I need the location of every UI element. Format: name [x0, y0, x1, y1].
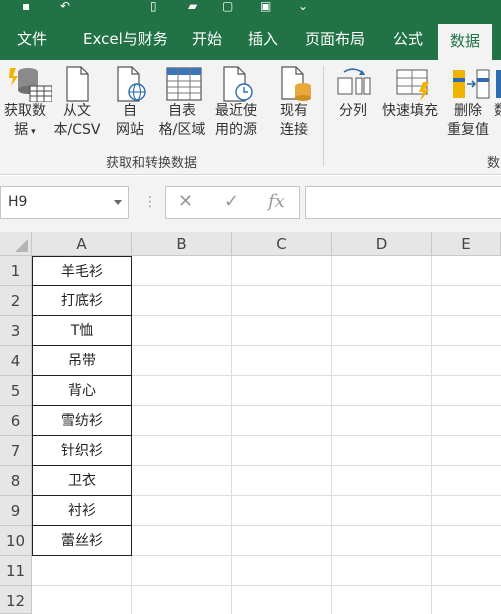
column-header-e[interactable]: E — [432, 232, 501, 256]
tab-formulas[interactable]: 公式 — [393, 18, 423, 60]
existing-connections-label-1: 现有 — [280, 103, 308, 119]
data-validation-icon — [494, 66, 501, 100]
column-header-a[interactable]: A — [32, 232, 132, 256]
new-file-icon[interactable]: ▯ — [150, 0, 157, 12]
row-header-4[interactable]: 4 — [0, 346, 32, 376]
open-icon[interactable]: ▰ — [188, 0, 197, 12]
from-table-label-2: 格/区域 — [158, 122, 206, 138]
row-header-7[interactable]: 7 — [0, 436, 32, 466]
flash-fill-label: 快速填充 — [382, 103, 438, 119]
cell-a3[interactable]: T恤 — [32, 316, 132, 346]
recent-sources-label-1: 最近使 — [215, 103, 257, 119]
group-label-get-transform: 获取和转换数据 — [106, 156, 198, 171]
remove-duplicates-button[interactable]: 删除 重复值 — [443, 66, 493, 140]
cell-a7[interactable]: 针织衫 — [32, 436, 132, 466]
data-validation-button-partial[interactable]: 数 — [494, 66, 501, 121]
cell-a4[interactable]: 吊带 — [32, 346, 132, 376]
from-table-label-1: 自表 — [168, 103, 196, 119]
get-data-label-2: 据 ▾ — [14, 122, 36, 138]
connection-icon — [277, 66, 311, 101]
cell-a6[interactable]: 雪纺衫 — [32, 406, 132, 436]
column-header-b[interactable]: B — [132, 232, 232, 256]
splitter-handle-icon[interactable]: ⋮ — [143, 194, 157, 210]
grid-line — [32, 585, 501, 586]
recent-sources-label-2: 用的源 — [215, 122, 257, 138]
text-to-columns-button[interactable]: 分列 — [333, 66, 373, 121]
enter-icon[interactable]: ✓ — [224, 191, 239, 212]
formula-tools: ✕ ✓ fx — [165, 186, 300, 219]
row-header-6[interactable]: 6 — [0, 406, 32, 436]
text-file-icon — [60, 66, 94, 102]
existing-connections-button[interactable]: 现有 连接 — [272, 66, 316, 140]
row-header-5[interactable]: 5 — [0, 376, 32, 406]
get-data-button[interactable]: 获取数 据 ▾ — [0, 66, 53, 142]
customize-dropdown-icon[interactable]: ⌄ — [298, 0, 308, 12]
row-header-12[interactable]: 12 — [0, 586, 32, 614]
tab-insert[interactable]: 插入 — [248, 18, 278, 60]
row-header-8[interactable]: 8 — [0, 466, 32, 496]
print-icon[interactable]: ▣ — [260, 0, 271, 12]
recent-sources-button[interactable]: 最近使 用的源 — [210, 66, 262, 140]
cell-a9[interactable]: 衬衫 — [32, 496, 132, 526]
tab-data[interactable]: 数据 — [438, 24, 493, 60]
worksheet-grid[interactable]: A B C D E 1 2 3 4 5 6 7 8 9 10 11 12 羊毛衫… — [0, 232, 501, 614]
data-validation-label: 数 — [494, 102, 501, 121]
column-header-c[interactable]: C — [232, 232, 332, 256]
clock-file-icon — [219, 66, 253, 102]
name-box-value: H9 — [8, 194, 28, 210]
from-web-button[interactable]: 自 网站 — [110, 66, 150, 140]
row-header-1[interactable]: 1 — [0, 256, 32, 286]
from-web-label-2: 网站 — [116, 122, 144, 138]
tab-file[interactable]: 文件 — [17, 18, 47, 60]
column-header-d[interactable]: D — [332, 232, 432, 256]
select-all-button[interactable] — [0, 232, 32, 256]
from-text-label-1: 从文 — [63, 103, 91, 119]
group-label-data-tools: 数 — [487, 156, 501, 171]
remove-duplicates-label-1: 删除 — [454, 103, 482, 119]
cell-a10[interactable]: 蕾丝衫 — [32, 526, 132, 556]
insert-function-icon[interactable]: fx — [268, 191, 285, 212]
name-box[interactable]: H9 — [0, 186, 129, 219]
ribbon-separator — [323, 66, 324, 166]
get-data-label-1: 获取数 — [4, 103, 46, 119]
formula-bar: H9 ⋮ ✕ ✓ fx — [0, 176, 501, 232]
web-page-icon — [113, 66, 147, 102]
cell-a8[interactable]: 卫衣 — [32, 466, 132, 496]
from-text-label-2: 本/CSV — [53, 122, 101, 138]
ribbon-tab-bar: 文件 Excel与财务 开始 插入 页面布局 公式 数据 — [0, 18, 501, 60]
chevron-down-icon: ▾ — [28, 127, 36, 137]
split-columns-icon — [336, 66, 371, 100]
table-icon — [165, 66, 202, 101]
formula-input[interactable] — [305, 186, 501, 219]
save-icon[interactable]: ▪ — [22, 0, 30, 12]
flash-fill-icon — [393, 66, 429, 101]
remove-duplicates-label-2: 重复值 — [447, 122, 489, 138]
print-preview-icon[interactable]: ▢ — [222, 0, 233, 12]
cancel-icon[interactable]: ✕ — [178, 191, 193, 212]
row-header-10[interactable]: 10 — [0, 526, 32, 556]
tab-home[interactable]: 开始 — [192, 18, 222, 60]
quick-access-toolbar: ▪ ↶ ▯ ▰ ▢ ▣ ⌄ — [0, 0, 501, 18]
row-header-9[interactable]: 9 — [0, 496, 32, 526]
row-header-11[interactable]: 11 — [0, 556, 32, 586]
tab-excel-finance[interactable]: Excel与财务 — [83, 18, 168, 60]
ribbon: 获取数 据 ▾ 从文 本/CSV 自 网站 自表 格/区域 最近使 用的源 现有… — [0, 60, 501, 175]
undo-icon[interactable]: ↶ — [60, 0, 70, 12]
from-text-csv-button[interactable]: 从文 本/CSV — [52, 66, 102, 140]
database-icon — [8, 66, 53, 103]
cell-a5[interactable]: 背心 — [32, 376, 132, 406]
tab-page-layout[interactable]: 页面布局 — [305, 18, 365, 60]
cell-a2[interactable]: 打底衫 — [32, 286, 132, 316]
chevron-down-icon[interactable] — [114, 200, 122, 205]
from-web-label-1: 自 — [123, 103, 137, 119]
split-label: 分列 — [339, 103, 367, 119]
remove-duplicates-icon — [451, 66, 490, 100]
existing-connections-label-2: 连接 — [280, 122, 308, 138]
from-table-range-button[interactable]: 自表 格/区域 — [156, 66, 208, 140]
row-header-2[interactable]: 2 — [0, 286, 32, 316]
select-all-icon — [15, 239, 28, 252]
flash-fill-button[interactable]: 快速填充 — [380, 66, 440, 121]
row-header-3[interactable]: 3 — [0, 316, 32, 346]
cell-a1[interactable]: 羊毛衫 — [32, 256, 132, 286]
